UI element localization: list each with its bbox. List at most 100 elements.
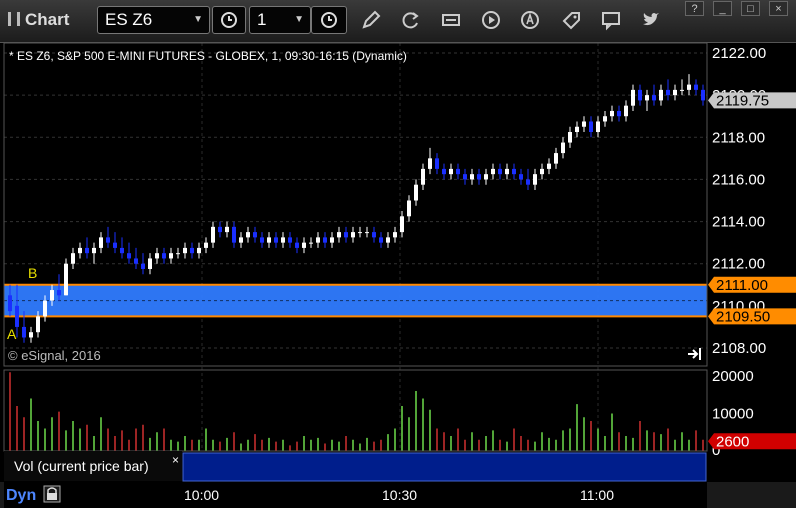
help-button[interactable]: ?: [685, 1, 704, 16]
candle-body: [491, 168, 495, 175]
candle-body: [106, 237, 110, 243]
candle-body: [302, 242, 306, 248]
zone-label-a: A: [7, 326, 17, 342]
time-label-1000: 10:00: [184, 487, 219, 503]
candle-body: [134, 258, 138, 264]
chart-header: * ES Z6, S&P 500 E-MINI FUTURES - GLOBEX…: [9, 49, 407, 63]
candle-body: [673, 89, 677, 96]
zone-upper-flag-text: 2111.00: [716, 277, 768, 294]
candle-body: [183, 247, 187, 254]
candle-body: [463, 174, 467, 180]
symbol-dropdown-arrow-icon: ▼: [193, 14, 203, 25]
candle-body: [610, 110, 614, 117]
time-label-1100: 11:00: [580, 487, 614, 503]
candle-body: [309, 242, 313, 244]
candle-body: [337, 232, 341, 238]
candle-body: [596, 121, 600, 133]
price-tick-label: 2118.00: [712, 129, 765, 146]
candle-body: [554, 153, 558, 164]
chart-bars-icon: [8, 12, 20, 26]
chart-background: [0, 43, 796, 482]
candle-body: [246, 232, 250, 238]
time-axis-bar: Dyn 10:00 10:30 11:00: [0, 482, 796, 508]
study-bar: [182, 452, 707, 482]
price-tick-label: 2112.00: [712, 256, 765, 273]
candle-body: [204, 242, 208, 248]
draw-pencil-icon[interactable]: [360, 9, 382, 31]
candle-body: [71, 253, 75, 264]
alert-icon[interactable]: [519, 9, 541, 31]
candle-body: [78, 247, 82, 254]
candle-body: [225, 226, 229, 233]
candle-body: [141, 263, 145, 269]
last-price-flag: 2119.75: [708, 92, 796, 109]
candle-body: [470, 174, 474, 180]
twitter-icon[interactable]: [640, 9, 662, 31]
candle-body: [428, 158, 432, 169]
candle-body: [267, 237, 271, 243]
candle-body: [484, 174, 488, 180]
candle-body: [8, 295, 12, 312]
comment-icon[interactable]: [600, 9, 622, 31]
candle-body: [617, 110, 621, 117]
candle-body: [197, 247, 201, 254]
candle-body: [127, 253, 131, 259]
minimize-button[interactable]: _: [713, 1, 732, 16]
symbol-selector[interactable]: ES Z6 ▼: [97, 6, 210, 34]
candle-body: [512, 168, 516, 175]
candle-body: [498, 168, 502, 175]
candle-body: [344, 232, 348, 238]
candle-body: [603, 116, 607, 122]
tag-icon[interactable]: [560, 9, 582, 31]
candle-body: [421, 168, 425, 185]
app-title: Chart: [8, 10, 69, 30]
candle-body: [148, 258, 152, 269]
candle-body: [330, 237, 334, 243]
interval-selector[interactable]: 1 ▼: [249, 6, 311, 34]
candle-body: [687, 84, 691, 90]
candle-body: [253, 232, 257, 238]
zone-lower-flag: 2109.50: [708, 308, 796, 325]
candle-body: [575, 126, 579, 133]
candle-body: [155, 253, 159, 259]
chart-area[interactable]: 2122.002120.002118.002116.002114.002112.…: [0, 43, 796, 482]
candle-body: [666, 89, 670, 96]
time-template-button[interactable]: [311, 6, 347, 34]
candle-body: [526, 179, 530, 185]
interval-clock-icon: [221, 12, 237, 28]
candle-body: [505, 168, 509, 175]
candle-body: [533, 174, 537, 185]
last-price-flag-text: 2119.75: [716, 92, 769, 109]
candle-body: [36, 316, 40, 333]
candle-body: [645, 95, 649, 101]
candle-body: [372, 232, 376, 238]
interval-clock-button[interactable]: [212, 6, 246, 34]
volume-study-label[interactable]: Vol (current price bar): [14, 458, 149, 474]
candle-body: [540, 168, 544, 175]
candle-body: [393, 232, 397, 238]
maximize-button[interactable]: □: [741, 1, 760, 16]
candle-body: [442, 168, 446, 175]
candle-body: [624, 105, 628, 117]
candle-body: [120, 247, 124, 254]
zone-fill: [4, 284, 707, 317]
price-tick-label: 2108.00: [712, 340, 766, 357]
candle-body: [274, 237, 278, 243]
interval-dropdown-arrow-icon: ▼: [294, 14, 304, 25]
symbol-value: ES Z6: [105, 10, 153, 29]
close-window-button[interactable]: ×: [769, 1, 788, 16]
candle-body: [456, 168, 460, 175]
study-close-button[interactable]: ×: [172, 453, 179, 467]
price-zone: [4, 283, 707, 318]
candle-body: [57, 290, 61, 296]
candle-body: [29, 332, 33, 338]
candle-body: [218, 226, 222, 233]
play-icon[interactable]: [480, 9, 502, 31]
ticker-icon[interactable]: [440, 9, 462, 31]
price-tick-label: 2122.00: [712, 45, 766, 62]
volume-tick-label: 10000: [712, 406, 754, 423]
candle-body: [85, 247, 89, 254]
refresh-icon[interactable]: [399, 9, 421, 31]
dynamic-mode-label[interactable]: Dyn: [6, 487, 36, 504]
candle-body: [232, 226, 236, 243]
